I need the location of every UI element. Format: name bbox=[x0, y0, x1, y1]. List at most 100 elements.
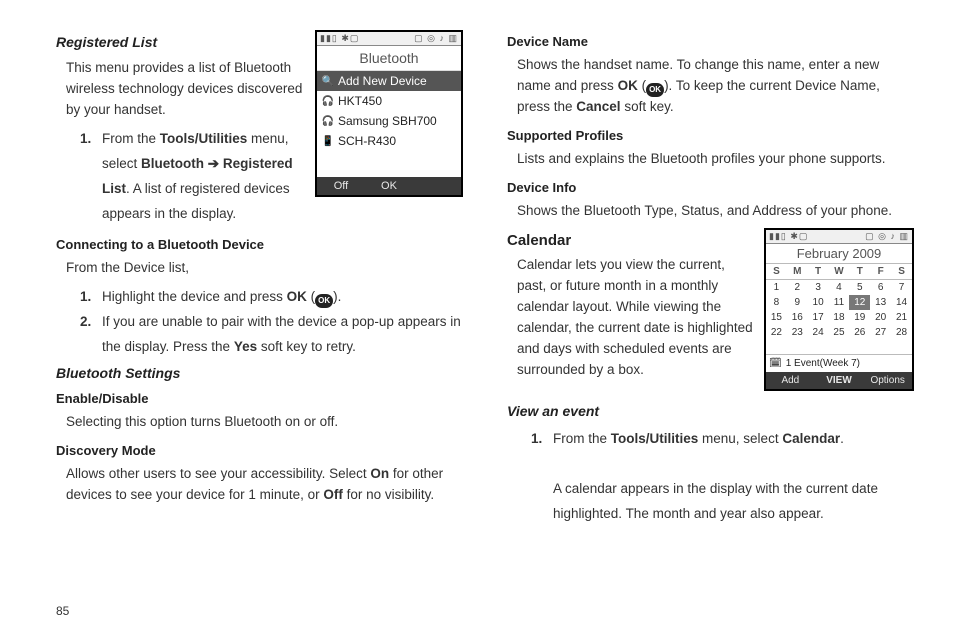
cal-day: 2 bbox=[787, 279, 808, 295]
dow: S bbox=[891, 264, 912, 280]
cal-day: 7 bbox=[891, 279, 912, 295]
cal-day: 23 bbox=[787, 325, 808, 340]
discovery-body: Allows other users to see your accessibi… bbox=[66, 464, 463, 506]
text: OK bbox=[618, 78, 638, 93]
text: Calendar bbox=[782, 431, 840, 446]
cal-event-line: 🗓 1 Event(Week 7) bbox=[766, 354, 912, 372]
softkey-center: VIEW bbox=[815, 372, 864, 389]
phone-statusbar: ▮▮▯ ✱▢ ▢ ◎ ♪ ▥ bbox=[317, 32, 461, 46]
text: soft key. bbox=[621, 99, 674, 114]
bt-add-label: Add New Device bbox=[338, 74, 427, 88]
cal-day: 9 bbox=[787, 295, 808, 310]
calendar-phone-screenshot: ▮▮▯ ✱▢ ▢ ◎ ♪ ▥ February 2009 S M T W T F… bbox=[764, 228, 914, 391]
connecting-intro: From the Device list, bbox=[66, 258, 463, 279]
ok-icon: OK bbox=[646, 83, 664, 97]
cal-day-today: 12 bbox=[849, 295, 870, 310]
text: From the bbox=[553, 431, 611, 446]
cal-day: 25 bbox=[829, 325, 850, 340]
bt-device-row: 🎧 HKT450 bbox=[317, 91, 461, 111]
enable-body: Selecting this option turns Bluetooth on… bbox=[66, 412, 463, 433]
profiles-heading: Supported Profiles bbox=[507, 128, 914, 143]
cal-day: 17 bbox=[808, 310, 829, 325]
dow: T bbox=[808, 264, 829, 280]
calendar-icon: 🗓 bbox=[769, 358, 782, 369]
step-number: 2. bbox=[80, 310, 91, 335]
battery-icon: ▢ ◎ ♪ ▥ bbox=[865, 231, 909, 242]
text: OK bbox=[287, 289, 307, 304]
cal-day: 26 bbox=[849, 325, 870, 340]
device-name-heading: Device Name bbox=[507, 34, 914, 49]
cal-day: 28 bbox=[891, 325, 912, 340]
cal-day: 8 bbox=[766, 295, 787, 310]
bt-add-new-device: 🔍 Add New Device bbox=[317, 71, 461, 91]
step-number: 1. bbox=[80, 285, 91, 310]
text: Highlight the device and press bbox=[102, 289, 287, 304]
profiles-body: Lists and explains the Bluetooth profile… bbox=[517, 149, 914, 170]
signal-icon: ▮▮▯ ✱▢ bbox=[320, 33, 359, 44]
cal-event-text: 1 Event(Week 7) bbox=[786, 358, 860, 369]
text: Tools/Utilities bbox=[160, 131, 248, 146]
headset-icon: 🎧 bbox=[322, 95, 334, 107]
ok-icon: OK bbox=[315, 294, 333, 308]
dow: W bbox=[829, 264, 850, 280]
signal-icon: ▮▮▯ ✱▢ bbox=[769, 231, 808, 242]
enable-heading: Enable/Disable bbox=[56, 391, 463, 406]
cal-day: 5 bbox=[849, 279, 870, 295]
text: . bbox=[840, 431, 844, 446]
cal-day: 3 bbox=[808, 279, 829, 295]
cal-day: 24 bbox=[808, 325, 829, 340]
text: . A list of registered devices appears i… bbox=[102, 181, 290, 221]
dow: F bbox=[870, 264, 891, 280]
dow: S bbox=[766, 264, 787, 280]
cal-day: 13 bbox=[870, 295, 891, 310]
cal-day: 11 bbox=[829, 295, 850, 310]
cal-day: 22 bbox=[766, 325, 787, 340]
registered-list-step-1: 1. From the Tools/Utilities menu, select… bbox=[80, 127, 463, 227]
cal-day: 16 bbox=[787, 310, 808, 325]
page-number: 85 bbox=[56, 604, 69, 618]
cal-day: 18 bbox=[829, 310, 850, 325]
step-number: 1. bbox=[80, 127, 91, 152]
discovery-heading: Discovery Mode bbox=[56, 443, 463, 458]
text: Tools/Utilities bbox=[611, 431, 699, 446]
arrow-icon: ➔ bbox=[204, 156, 223, 171]
bt-device-0: HKT450 bbox=[338, 94, 382, 108]
text: Yes bbox=[234, 339, 257, 354]
connecting-step-2: 2. If you are unable to pair with the de… bbox=[80, 310, 463, 360]
text: On bbox=[370, 466, 389, 481]
text: menu, select bbox=[698, 431, 782, 446]
cal-day: 1 bbox=[766, 279, 787, 295]
view-event-step-1: 1. From the Tools/Utilities menu, select… bbox=[531, 427, 914, 527]
cal-day: 4 bbox=[829, 279, 850, 295]
cal-day: 14 bbox=[891, 295, 912, 310]
headset-icon: 🎧 bbox=[322, 115, 334, 127]
cal-day: 10 bbox=[808, 295, 829, 310]
softkey-left: Add bbox=[766, 372, 815, 389]
text: A calendar appears in the display with t… bbox=[553, 481, 878, 521]
text: ( bbox=[307, 289, 315, 304]
bt-title: Bluetooth bbox=[317, 46, 461, 71]
cal-day: 19 bbox=[849, 310, 870, 325]
cal-day: 21 bbox=[891, 310, 912, 325]
text: Cancel bbox=[576, 99, 620, 114]
text: ( bbox=[638, 78, 646, 93]
view-event-heading: View an event bbox=[507, 403, 914, 419]
text: Off bbox=[323, 487, 343, 502]
connecting-step-1: 1. Highlight the device and press OK (OK… bbox=[80, 285, 463, 310]
cal-title: February 2009 bbox=[766, 244, 912, 264]
text: for no visibility. bbox=[343, 487, 434, 502]
calendar-grid: S M T W T F S 1234567 891011121314 15161… bbox=[766, 264, 912, 340]
cal-day: 27 bbox=[870, 325, 891, 340]
cal-softkeys: Add VIEW Options bbox=[766, 372, 912, 389]
battery-icon: ▢ ◎ ♪ ▥ bbox=[414, 33, 458, 44]
dow: M bbox=[787, 264, 808, 280]
softkey-right: Options bbox=[863, 372, 912, 389]
device-info-body: Shows the Bluetooth Type, Status, and Ad… bbox=[517, 201, 914, 222]
cal-day: 20 bbox=[870, 310, 891, 325]
text: Allows other users to see your accessibi… bbox=[66, 466, 370, 481]
connecting-heading: Connecting to a Bluetooth Device bbox=[56, 237, 463, 252]
cal-day: 15 bbox=[766, 310, 787, 325]
phone-statusbar: ▮▮▯ ✱▢ ▢ ◎ ♪ ▥ bbox=[766, 230, 912, 244]
text: From the bbox=[102, 131, 160, 146]
device-info-heading: Device Info bbox=[507, 180, 914, 195]
